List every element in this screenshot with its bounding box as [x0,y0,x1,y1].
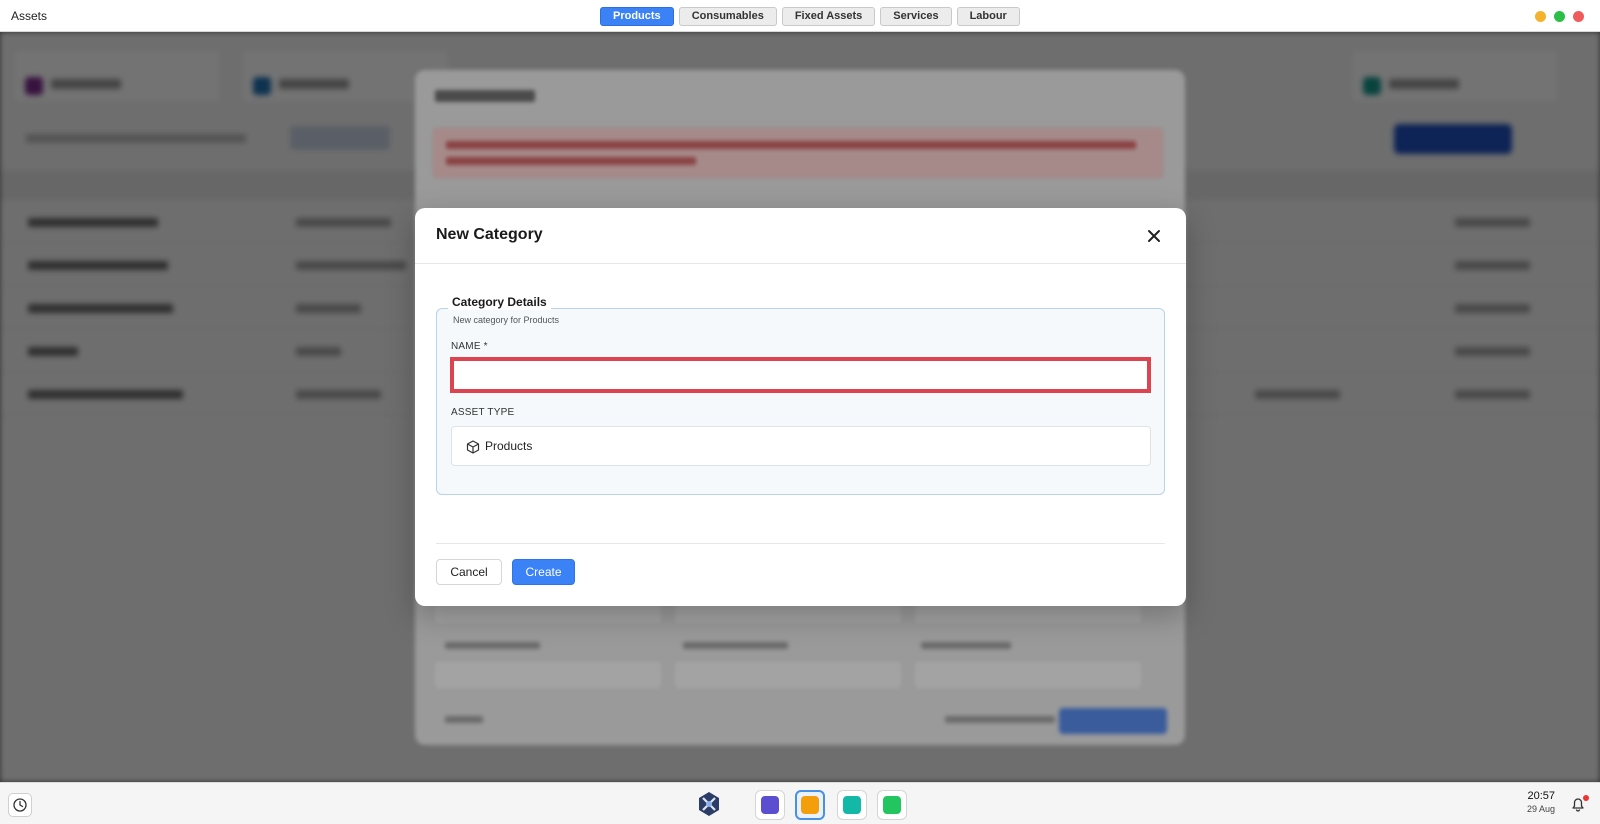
section-subtitle: New category for Products [453,315,560,325]
close-window-button[interactable] [1573,11,1584,22]
tab-products[interactable]: Products [600,7,674,26]
clipboard-icon [883,796,901,814]
assets-app-button[interactable] [795,790,825,820]
sales-app-button[interactable] [837,790,867,820]
section-legend: Category Details [448,294,551,310]
category-details-section [436,308,1165,495]
section-title: Category Details [452,295,547,309]
tab-consumables[interactable]: Consumables [678,7,777,26]
box-icon [466,440,480,454]
assets-icon [801,796,819,814]
dialog-header: New Category [415,208,1186,264]
logo-icon[interactable] [695,790,723,818]
asset-type-label: ASSET TYPE [451,407,515,418]
notes-app-button[interactable] [877,790,907,820]
notification-badge [1583,795,1589,801]
maximize-button[interactable] [1554,11,1565,22]
taskbar: 20:57 29 Aug [0,782,1600,824]
tab-fixed-assets[interactable]: Fixed Assets [781,7,876,26]
window-title: Assets [11,9,48,23]
history-button[interactable] [8,793,32,817]
name-label: NAME * [451,341,488,352]
footer-divider [436,543,1165,544]
clock-date: 29 Aug [1526,804,1555,814]
asset-tabs: Products Consumables Fixed Assets Servic… [600,7,1020,26]
close-icon[interactable] [1144,226,1164,246]
tab-labour[interactable]: Labour [956,7,1020,26]
title-bar: Assets Products Consumables Fixed Assets… [0,0,1600,32]
asset-type-value: Products [485,439,533,453]
create-button[interactable]: Create [512,559,575,585]
contacts-icon [761,796,779,814]
window-controls [1535,11,1584,22]
dollar-icon [843,796,861,814]
cancel-button[interactable]: Cancel [436,559,502,585]
name-input[interactable] [450,357,1151,393]
asset-type-field: Products [451,426,1151,466]
clock-time: 20:57 [1527,790,1555,802]
tab-services[interactable]: Services [880,7,952,26]
minimize-button[interactable] [1535,11,1546,22]
contacts-app-button[interactable] [755,790,785,820]
clock-icon [13,798,27,812]
dialog-title: New Category [436,226,543,243]
new-category-dialog: New Category Category Details New catego… [415,208,1186,606]
